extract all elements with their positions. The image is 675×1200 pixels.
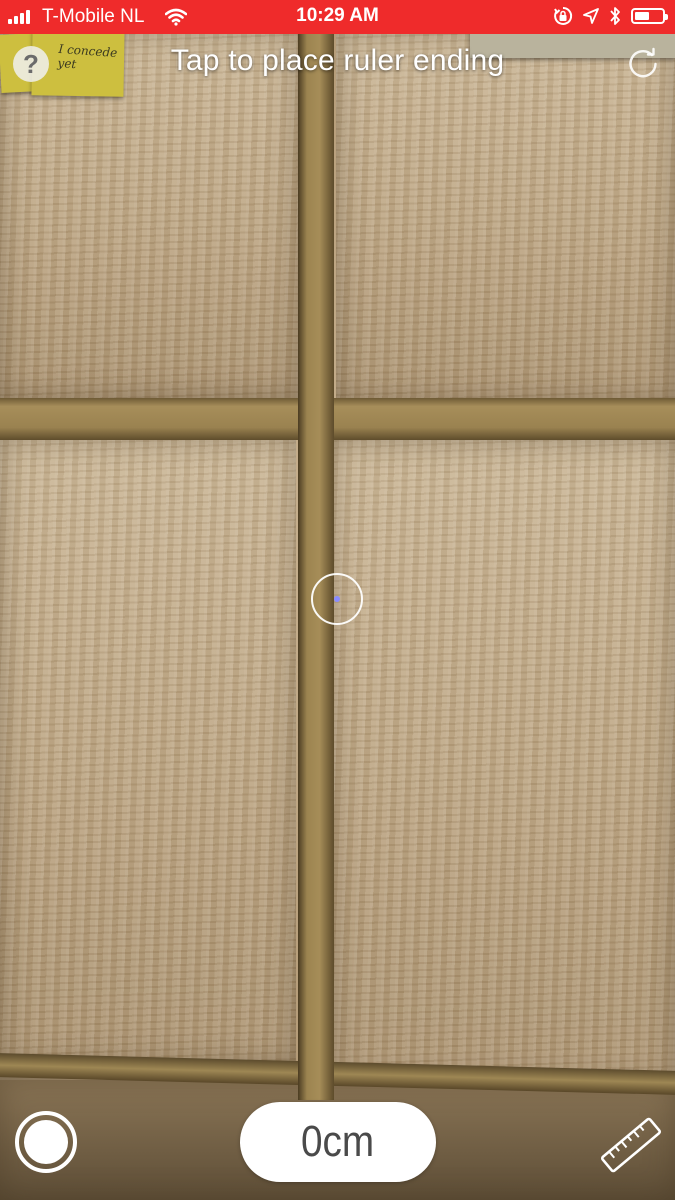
cabinet-frame-vertical: [298, 30, 334, 1100]
location-icon: [583, 8, 599, 24]
screen-lock-icon: [554, 6, 573, 25]
status-icons: [553, 6, 668, 26]
cabinet-panel-bottom-left: [0, 438, 296, 1064]
reset-icon[interactable]: [625, 46, 661, 82]
bluetooth-icon: [610, 7, 620, 25]
placement-reticle: [311, 573, 363, 625]
ruler-icon[interactable]: [596, 1112, 666, 1178]
status-bar: T-Mobile NL 10:29 AM: [0, 0, 675, 34]
cabinet-frame-horizontal: [0, 398, 675, 440]
cabinet-panel-top-right: [336, 30, 675, 402]
record-icon: [24, 1120, 68, 1164]
cabinet-panel-bottom-right: [330, 440, 675, 1086]
battery-icon: [631, 8, 668, 24]
ar-measure-screen: I concede yet T-Mobile NL 10:29 AM ? Tap…: [0, 0, 675, 1200]
measurement-value: 0cm: [301, 1117, 375, 1166]
battery-level: [635, 12, 649, 20]
reticle-center-dot: [334, 596, 340, 602]
record-button[interactable]: [15, 1111, 77, 1173]
instruction-text: Tap to place ruler ending: [170, 44, 505, 77]
measurement-display: 0cm: [240, 1102, 436, 1182]
